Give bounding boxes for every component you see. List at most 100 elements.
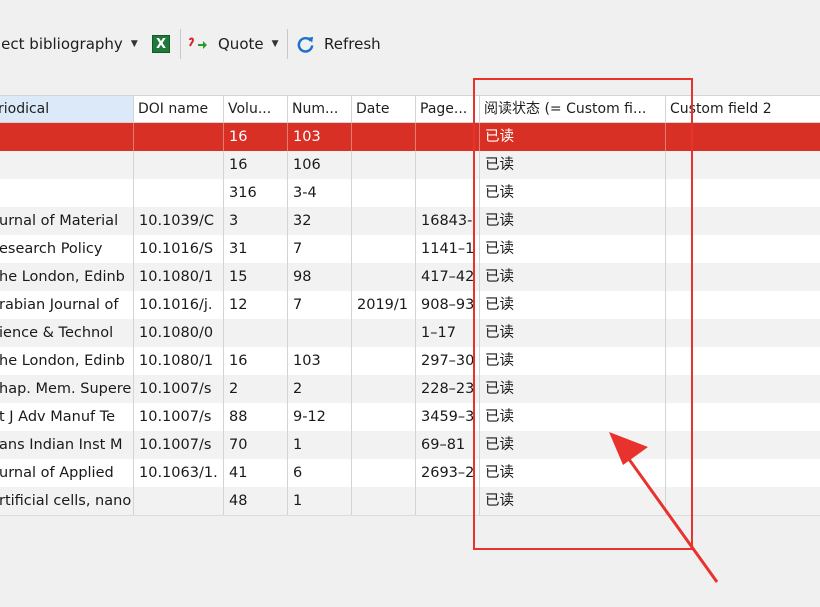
cell-number[interactable]: 103 <box>288 347 352 375</box>
cell-date[interactable] <box>352 459 416 487</box>
cell-reading-status[interactable]: 已读 <box>480 487 666 515</box>
cell-reading-status[interactable]: 已读 <box>480 263 666 291</box>
table-row[interactable]: 316 3-4 已读 <box>0 179 820 208</box>
cell-reading-status[interactable]: 已读 <box>480 291 666 319</box>
cell-pages[interactable] <box>416 487 480 515</box>
table-row[interactable]: 16 106 已读 <box>0 151 820 180</box>
cell-pages[interactable]: 3459–3 <box>416 403 480 431</box>
cell-pages[interactable]: 228–23 <box>416 375 480 403</box>
cell-volume[interactable]: 31 <box>224 235 288 263</box>
table-row[interactable]: 16 103 已读 <box>0 123 820 152</box>
cell-number[interactable]: 7 <box>288 235 352 263</box>
cell-number[interactable]: 98 <box>288 263 352 291</box>
cell-pages[interactable]: 1–17 <box>416 319 480 347</box>
table-row[interactable]: rabian Journal of 10.1016/j. 12 7 2019/1 908–… <box>0 291 820 320</box>
cell-custom-field-2[interactable] <box>666 459 820 487</box>
cell-date[interactable] <box>352 123 416 151</box>
chevron-down-icon[interactable]: ▼ <box>272 39 279 49</box>
cell-number[interactable]: 32 <box>288 207 352 235</box>
cell-volume[interactable]: 88 <box>224 403 288 431</box>
cell-number[interactable]: 1 <box>288 487 352 515</box>
table-row[interactable]: ience & Technol 10.1080/0 1–17 已读 <box>0 319 820 348</box>
cell-date[interactable] <box>352 207 416 235</box>
cell-number[interactable]: 9-12 <box>288 403 352 431</box>
export-excel-button[interactable]: X <box>152 31 174 57</box>
cell-volume[interactable]: 15 <box>224 263 288 291</box>
cell-pages[interactable] <box>416 179 480 207</box>
cell-doi[interactable]: 10.1016/j. <box>134 291 224 319</box>
cell-doi[interactable]: 10.1007/s <box>134 375 224 403</box>
cell-date[interactable] <box>352 151 416 179</box>
cell-number[interactable]: 2 <box>288 375 352 403</box>
cell-custom-field-2[interactable] <box>666 431 820 459</box>
column-header-custom-field-2[interactable]: Custom field 2 <box>666 96 820 122</box>
cell-custom-field-2[interactable] <box>666 375 820 403</box>
cell-pages[interactable] <box>416 151 480 179</box>
cell-periodical[interactable]: t J Adv Manuf Te <box>0 403 134 431</box>
cell-number[interactable] <box>288 319 352 347</box>
table-row[interactable]: urnal of Material 10.1039/C 3 32 16843- 已读 <box>0 207 820 236</box>
cell-date[interactable] <box>352 319 416 347</box>
table-row[interactable]: he London, Edinb 10.1080/1 16 103 297–30 已读 <box>0 347 820 376</box>
chevron-down-icon[interactable]: ▼ <box>131 39 138 49</box>
cell-number[interactable]: 106 <box>288 151 352 179</box>
cell-reading-status[interactable]: 已读 <box>480 235 666 263</box>
cell-custom-field-2[interactable] <box>666 263 820 291</box>
cell-doi[interactable] <box>134 487 224 515</box>
refresh-button[interactable]: Refresh <box>296 31 381 57</box>
cell-custom-field-2[interactable] <box>666 207 820 235</box>
cell-pages[interactable]: 417–42 <box>416 263 480 291</box>
cell-periodical[interactable]: esearch Policy <box>0 235 134 263</box>
cell-volume[interactable]: 3 <box>224 207 288 235</box>
column-header-doi[interactable]: DOI name <box>134 96 224 122</box>
cell-custom-field-2[interactable] <box>666 235 820 263</box>
cell-reading-status[interactable]: 已读 <box>480 319 666 347</box>
cell-volume[interactable]: 70 <box>224 431 288 459</box>
cell-custom-field-2[interactable] <box>666 403 820 431</box>
cell-volume[interactable]: 16 <box>224 151 288 179</box>
cell-doi[interactable]: 10.1080/1 <box>134 263 224 291</box>
cell-number[interactable]: 103 <box>288 123 352 151</box>
column-header-pages[interactable]: Page... <box>416 96 480 122</box>
quote-button[interactable]: Quote ▼ <box>188 31 279 57</box>
cell-number[interactable]: 1 <box>288 431 352 459</box>
cell-doi[interactable]: 10.1080/0 <box>134 319 224 347</box>
cell-reading-status[interactable]: 已读 <box>480 459 666 487</box>
cell-reading-status[interactable]: 已读 <box>480 431 666 459</box>
cell-reading-status[interactable]: 已读 <box>480 403 666 431</box>
cell-periodical[interactable] <box>0 123 134 151</box>
cell-periodical[interactable]: ans Indian Inst M <box>0 431 134 459</box>
cell-doi[interactable]: 10.1007/s <box>134 403 224 431</box>
cell-custom-field-2[interactable] <box>666 487 820 515</box>
cell-number[interactable]: 3-4 <box>288 179 352 207</box>
cell-date[interactable] <box>352 179 416 207</box>
cell-date[interactable] <box>352 347 416 375</box>
cell-custom-field-2[interactable] <box>666 319 820 347</box>
cell-doi[interactable] <box>134 123 224 151</box>
column-header-periodical[interactable]: riodical <box>0 96 134 122</box>
cell-doi[interactable]: 10.1039/C <box>134 207 224 235</box>
cell-custom-field-2[interactable] <box>666 347 820 375</box>
cell-reading-status[interactable]: 已读 <box>480 179 666 207</box>
table-row[interactable]: ans Indian Inst M 10.1007/s 70 1 69–81 已读 <box>0 431 820 460</box>
subject-bibliography-button[interactable]: ject bibliography ▼ <box>0 31 138 57</box>
cell-number[interactable]: 6 <box>288 459 352 487</box>
cell-periodical[interactable] <box>0 179 134 207</box>
cell-custom-field-2[interactable] <box>666 151 820 179</box>
cell-volume[interactable]: 48 <box>224 487 288 515</box>
cell-reading-status[interactable]: 已读 <box>480 207 666 235</box>
column-header-reading-status[interactable]: 阅读状态 (= Custom fi... <box>480 96 666 122</box>
cell-date[interactable] <box>352 263 416 291</box>
cell-pages[interactable]: 2693–2 <box>416 459 480 487</box>
cell-volume[interactable]: 16 <box>224 123 288 151</box>
cell-date[interactable] <box>352 431 416 459</box>
cell-date[interactable] <box>352 235 416 263</box>
cell-doi[interactable] <box>134 151 224 179</box>
cell-reading-status[interactable]: 已读 <box>480 375 666 403</box>
cell-volume[interactable]: 316 <box>224 179 288 207</box>
cell-date[interactable] <box>352 487 416 515</box>
cell-pages[interactable]: 1141–1 <box>416 235 480 263</box>
cell-periodical[interactable]: ience & Technol <box>0 319 134 347</box>
cell-volume[interactable] <box>224 319 288 347</box>
column-header-date[interactable]: Date <box>352 96 416 122</box>
